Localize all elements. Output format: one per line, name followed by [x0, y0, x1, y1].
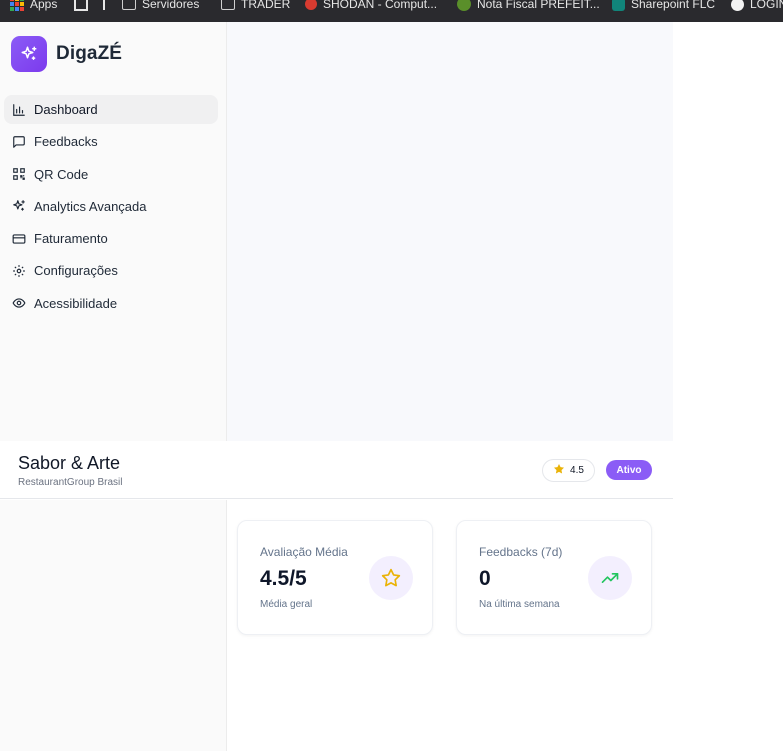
card-value: 4.5/5 [260, 567, 307, 590]
sidebar-item-label: Acessibilidade [34, 295, 118, 311]
card-subtitle: Média geral [260, 599, 313, 610]
sidebar-item-acessibilidade[interactable]: Acessibilidade [4, 289, 218, 318]
status-badge: Ativo [606, 460, 652, 480]
crest-favicon-icon [457, 0, 471, 11]
bookmark-servidores[interactable]: Servidores [122, 0, 199, 14]
sidebar-item-qr-code[interactable]: QR Code [4, 160, 218, 189]
globe-icon [731, 0, 744, 11]
sidebar-lower [0, 500, 227, 751]
bookmark-apps[interactable]: Apps [10, 0, 57, 14]
sidebar-item-dashboard[interactable]: Dashboard [4, 95, 218, 124]
main-content-area [227, 22, 673, 441]
bookmark-sharepoint[interactable]: Sharepoint FLC [612, 0, 715, 14]
sidebar-item-label: Configurações [34, 263, 118, 279]
sparkles-logo-icon [11, 36, 47, 72]
bookmark-nota-fiscal[interactable]: Nota Fiscal PREFEIT... [457, 0, 600, 14]
eye-icon [11, 296, 26, 311]
bookmark-label: TRADER [241, 0, 291, 11]
restaurant-header: Sabor & Arte RestaurantGroup Brasil 4.5 … [0, 441, 673, 499]
sparkles-icon [11, 199, 26, 214]
bookmarks-separator [103, 0, 105, 10]
gear-icon [11, 263, 26, 278]
sidebar-item-label: Analytics Avançada [34, 198, 147, 214]
brand[interactable]: DigaZÉ [11, 36, 122, 72]
bookmark-label: Sharepoint FLC [631, 0, 716, 11]
app: DigaZÉ Dashboard Feedbacks QR Code Analy… [0, 22, 673, 751]
card-subtitle: Na última semana [479, 599, 560, 610]
shodan-favicon-icon [305, 0, 317, 10]
card-label: Avaliação Média [260, 545, 348, 559]
sidebar-nav: Dashboard Feedbacks QR Code Analytics Av… [4, 95, 218, 321]
star-icon [553, 463, 565, 478]
bookmark-label: LOGIN [750, 0, 783, 11]
rating-badge: 4.5 [542, 459, 595, 482]
sidebar-item-faturamento[interactable]: Faturamento [4, 224, 218, 253]
bookmarks-bar: Apps Servidores TRADER SHODAN - Comput..… [0, 0, 783, 22]
sidebar-item-label: Dashboard [34, 102, 98, 117]
bookmark-label: SHODAN - Comput... [323, 0, 438, 11]
bookmark-login[interactable]: LOGIN [731, 0, 783, 14]
restaurant-name: Sabor & Arte [18, 453, 121, 473]
bookmark-label: Nota Fiscal PREFEIT... [477, 0, 600, 11]
sidebar-item-label: QR Code [34, 166, 89, 182]
stat-card-feedbacks: Feedbacks (7d) 0 Na última semana [456, 520, 652, 635]
sidebar-item-label: Faturamento [34, 231, 108, 247]
sharepoint-icon [612, 0, 625, 11]
grid-icon [74, 0, 88, 11]
trending-up-icon [588, 556, 632, 600]
stat-card-avaliacao: Avaliação Média 4.5/5 Média geral [237, 520, 433, 635]
card-value: 0 [479, 567, 491, 590]
card-label: Feedbacks (7d) [479, 545, 563, 559]
restaurant-group: RestaurantGroup Brasil [18, 477, 123, 488]
bookmark-label: Apps [30, 0, 58, 11]
credit-card-icon [11, 231, 26, 246]
message-square-icon [11, 134, 26, 149]
rating-value: 4.5 [570, 465, 584, 476]
sidebar-item-feedbacks[interactable]: Feedbacks [4, 127, 218, 156]
bar-chart-icon [11, 102, 26, 117]
star-icon [369, 556, 413, 600]
sidebar: DigaZÉ Dashboard Feedbacks QR Code Analy… [0, 22, 227, 441]
apps-grid-icon [10, 0, 24, 11]
folder-icon [221, 0, 235, 10]
brand-name: DigaZÉ [56, 43, 123, 64]
bookmark-shodan[interactable]: SHODAN - Comput... [305, 0, 437, 14]
sidebar-item-label: Feedbacks [34, 134, 98, 150]
sidebar-item-configuracoes[interactable]: Configurações [4, 256, 218, 285]
bookmark-trader[interactable]: TRADER [221, 0, 290, 14]
bookmark-grid[interactable] [74, 0, 88, 14]
bookmark-label: Servidores [142, 0, 200, 11]
folder-icon [122, 0, 136, 10]
qr-code-icon [11, 167, 26, 182]
sidebar-item-analytics[interactable]: Analytics Avançada [4, 192, 218, 221]
